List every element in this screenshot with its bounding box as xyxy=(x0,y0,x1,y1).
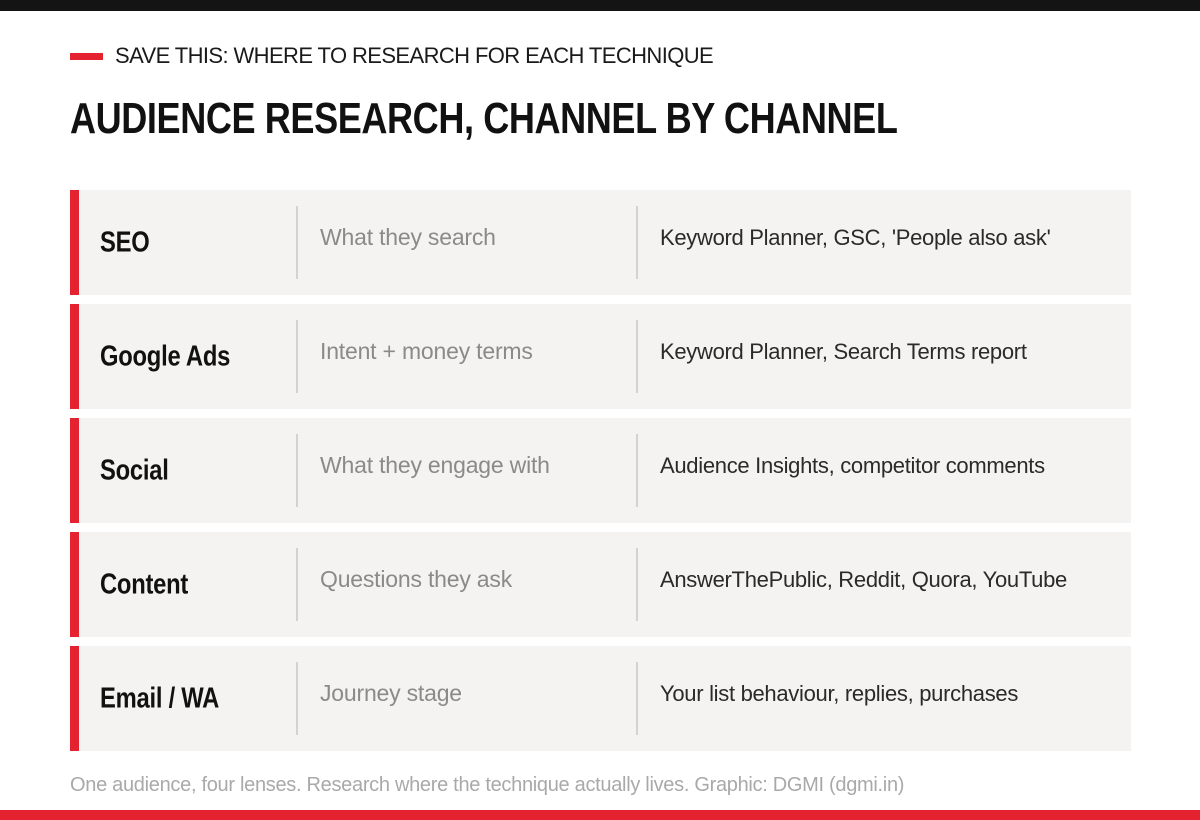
research-focus: Journey stage xyxy=(320,680,462,706)
research-focus: Intent + money terms xyxy=(320,338,533,364)
channel-table: SEO What they search Keyword Planner, GS… xyxy=(70,190,1131,760)
column-divider xyxy=(296,662,298,735)
research-tools: AnswerThePublic, Reddit, Quora, YouTube xyxy=(660,567,1067,592)
research-focus: What they search xyxy=(320,224,496,250)
row-accent-bar xyxy=(70,190,79,295)
row-accent-bar xyxy=(70,532,79,637)
column-divider xyxy=(636,662,638,735)
research-focus: What they engage with xyxy=(320,452,550,478)
page-title: AUDIENCE RESEARCH, CHANNEL BY CHANNEL xyxy=(70,94,898,143)
column-divider xyxy=(296,206,298,279)
column-divider xyxy=(636,320,638,393)
column-divider xyxy=(296,548,298,621)
column-divider xyxy=(636,206,638,279)
column-divider xyxy=(636,548,638,621)
kicker-dash xyxy=(70,52,103,60)
research-tools: Keyword Planner, GSC, 'People also ask' xyxy=(660,225,1051,250)
channel-name: Content xyxy=(100,568,189,600)
kicker: SAVE THIS: WHERE TO RESEARCH FOR EACH TE… xyxy=(70,42,714,70)
bottom-bar xyxy=(0,810,1200,820)
research-tools: Audience Insights, competitor comments xyxy=(660,453,1045,478)
top-bar xyxy=(0,0,1200,11)
table-row: Google Ads Intent + money terms Keyword … xyxy=(70,304,1131,409)
table-row: Social What they engage with Audience In… xyxy=(70,418,1131,523)
channel-name: Google Ads xyxy=(100,340,231,372)
table-row: Content Questions they ask AnswerThePubl… xyxy=(70,532,1131,637)
channel-name: Social xyxy=(100,454,169,486)
research-focus: Questions they ask xyxy=(320,566,513,592)
footer-caption: One audience, four lenses. Research wher… xyxy=(70,774,905,796)
row-accent-bar xyxy=(70,418,79,523)
table-row: SEO What they search Keyword Planner, GS… xyxy=(70,190,1131,295)
research-tools: Keyword Planner, Search Terms report xyxy=(660,339,1027,364)
column-divider xyxy=(296,434,298,507)
column-divider xyxy=(296,320,298,393)
column-divider xyxy=(636,434,638,507)
research-tools: Your list behaviour, replies, purchases xyxy=(660,681,1019,706)
table-row: Email / WA Journey stage Your list behav… xyxy=(70,646,1131,751)
channel-name: Email / WA xyxy=(100,682,220,714)
channel-name: SEO xyxy=(100,226,150,258)
row-accent-bar xyxy=(70,646,79,751)
kicker-text: SAVE THIS: WHERE TO RESEARCH FOR EACH TE… xyxy=(115,43,714,68)
row-accent-bar xyxy=(70,304,79,409)
